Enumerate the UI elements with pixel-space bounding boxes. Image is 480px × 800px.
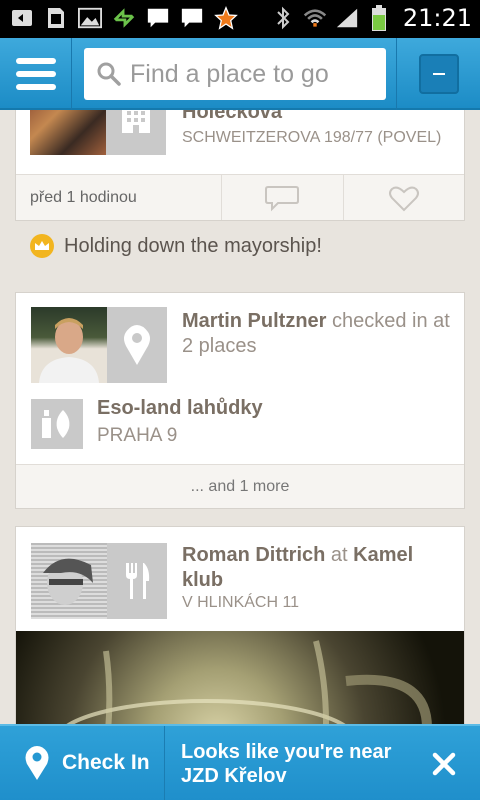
clock: 21:21 — [402, 4, 472, 32]
sync-icon — [112, 4, 136, 32]
crown-icon — [30, 234, 54, 258]
venue-name[interactable]: Eso-land lahůdky — [97, 397, 263, 420]
checkin-time: před 1 hodinou — [16, 175, 222, 220]
user-avatar[interactable] — [31, 307, 107, 383]
chat-icon — [146, 4, 170, 32]
hamburger-line — [15, 84, 56, 90]
nearby-message[interactable]: Looks like you're near JZD Křelov — [181, 740, 401, 788]
bottle-fish-icon — [31, 399, 83, 449]
bluetooth-icon — [271, 4, 295, 32]
check-in-button[interactable]: Check In — [0, 726, 165, 800]
user-avatar[interactable] — [31, 543, 107, 619]
building-icon — [106, 110, 166, 155]
heart-icon — [388, 186, 419, 211]
card-actions: před 1 hodinou — [16, 174, 464, 220]
at-separator: at — [325, 544, 354, 566]
venue-address: V HLINKÁCH 11 — [182, 594, 300, 611]
fork-knife-icon — [107, 543, 167, 619]
search-input[interactable] — [130, 59, 380, 89]
hamburger-icon — [15, 58, 56, 64]
close-button[interactable] — [426, 746, 462, 782]
checkin-headline: Roman Dittrich at Kamel klub — [182, 543, 452, 593]
sd-card-icon — [44, 4, 68, 32]
nearby-bar: Check In Looks like you're near JZD Křel… — [0, 724, 480, 800]
activity-feed[interactable]: Holečkova SCHWEITZEROVA 198/77 (POVEL) p… — [0, 110, 480, 800]
hamburger-line — [15, 71, 56, 77]
minus-icon — [418, 54, 459, 94]
venue-address: SCHWEITZEROVA 198/77 (POVEL) — [182, 129, 442, 146]
like-button[interactable] — [344, 175, 465, 220]
venue-city: PRAHA 9 — [97, 425, 178, 446]
comment-button[interactable] — [222, 175, 344, 220]
mayorship-text: Holding down the mayorship! — [64, 234, 322, 257]
venue-name[interactable]: Holečkova — [182, 110, 282, 124]
app-bar — [0, 38, 480, 110]
more-places-link[interactable]: ... and 1 more — [16, 464, 464, 508]
signal-icon — [335, 4, 359, 32]
star-icon — [214, 4, 238, 32]
user-name[interactable]: Martin Pultzner — [182, 310, 326, 332]
back-icon — [10, 4, 34, 32]
map-pin-icon — [107, 307, 167, 383]
checkin-card[interactable]: Holečkova SCHWEITZEROVA 198/77 (POVEL) p… — [15, 110, 465, 221]
checkin-headline: Martin Pultzner checked in at 2 places — [182, 309, 452, 359]
search-box[interactable] — [84, 48, 386, 100]
battery-icon — [367, 4, 391, 32]
comment-icon — [265, 185, 300, 211]
minimize-button[interactable] — [396, 38, 480, 110]
checkin-photo[interactable] — [30, 110, 106, 155]
wifi-icon — [303, 4, 327, 32]
menu-button[interactable] — [0, 38, 72, 110]
status-bar: 21:21 — [0, 0, 480, 38]
checkin-card[interactable]: Martin Pultzner checked in at 2 places E… — [15, 292, 465, 509]
mayorship-notice: Holding down the mayorship! — [30, 234, 322, 258]
search-icon — [97, 62, 121, 86]
check-in-label: Check In — [62, 751, 150, 774]
map-pin-icon — [25, 746, 49, 780]
close-icon — [432, 752, 456, 776]
gallery-icon — [78, 4, 102, 32]
user-name[interactable]: Roman Dittrich — [182, 544, 325, 566]
chat-icon — [180, 4, 204, 32]
